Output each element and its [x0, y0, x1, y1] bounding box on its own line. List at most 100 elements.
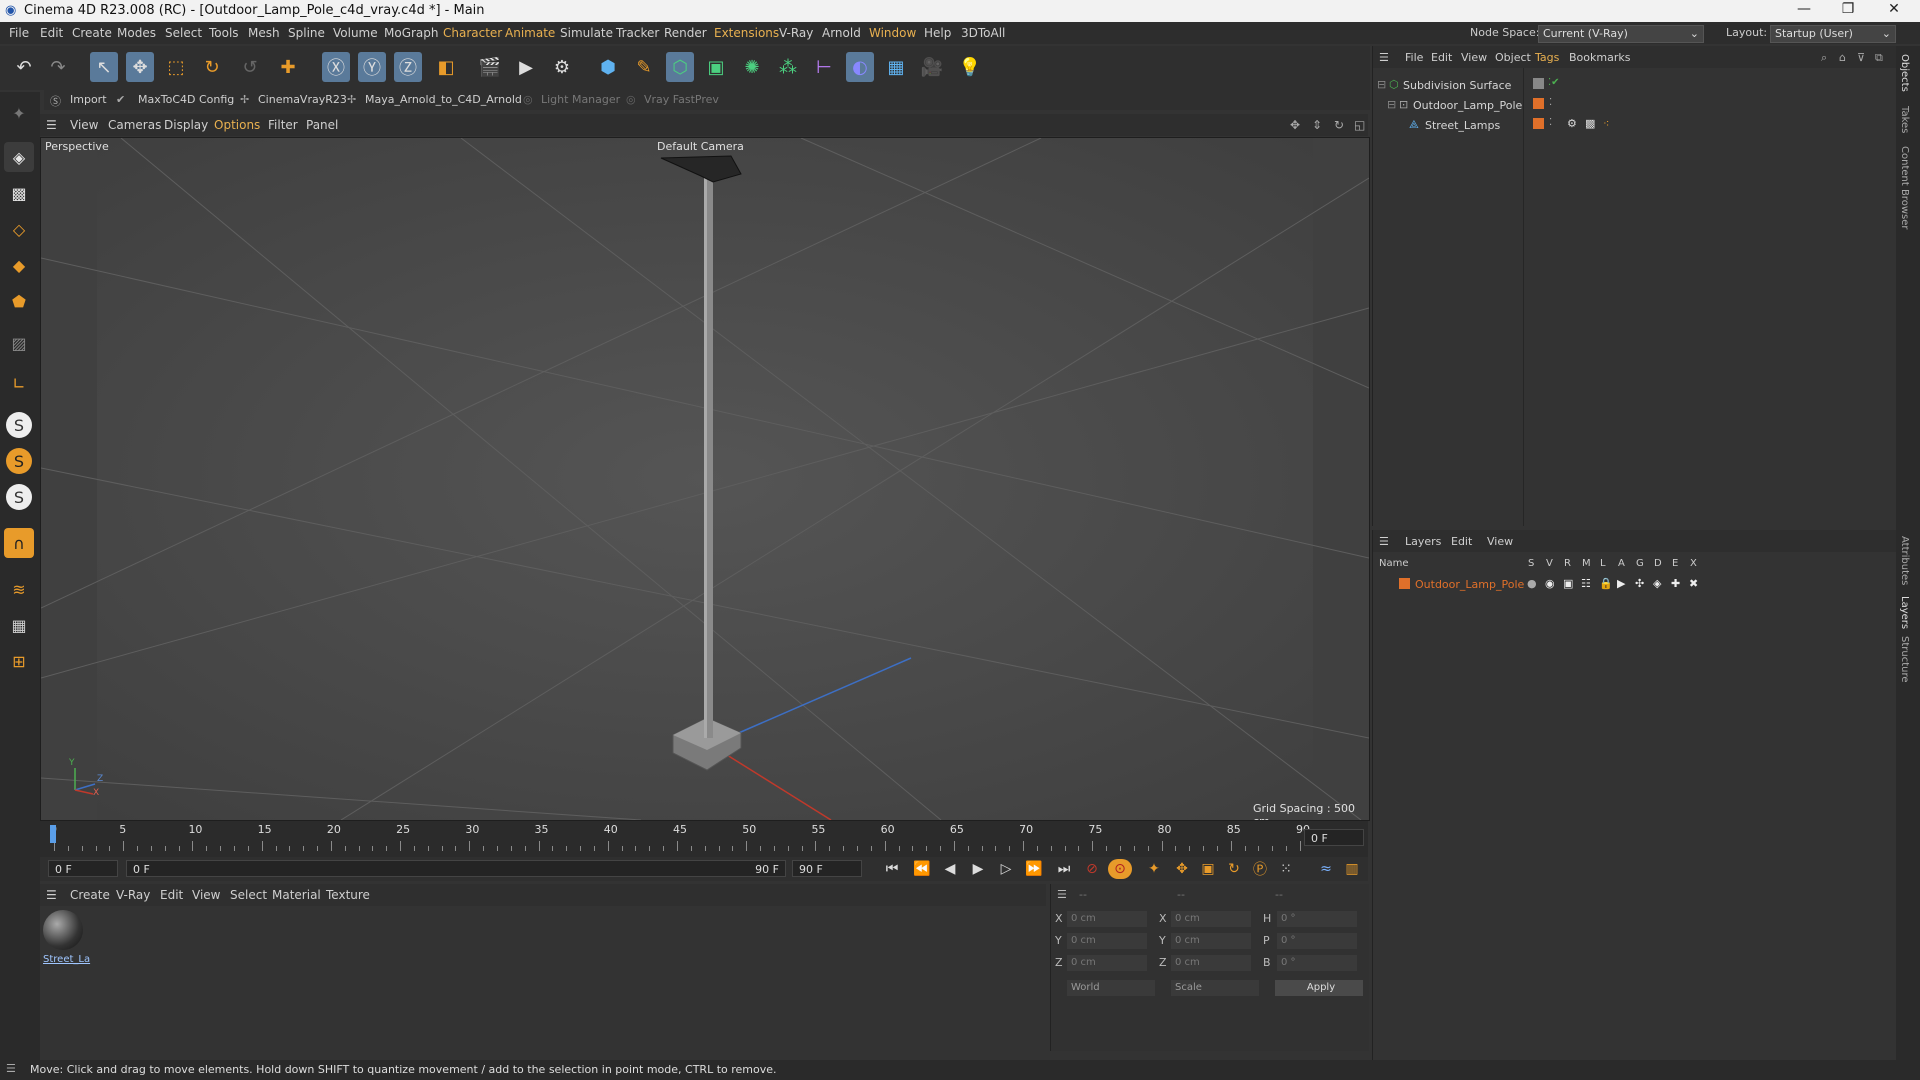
material-tag-icon[interactable]: ▩ — [1585, 117, 1595, 130]
rotate-tool-icon[interactable]: ↻ — [198, 52, 226, 82]
obj-menu-bookmarks[interactable]: Bookmarks — [1569, 51, 1630, 64]
dolly-icon[interactable]: ⇕ — [1312, 118, 1322, 132]
obj-menu-view[interactable]: View — [1461, 51, 1487, 64]
menu-vray[interactable]: V-Ray — [779, 26, 813, 40]
extrude-icon[interactable]: ▣ — [702, 52, 730, 82]
visibility-dots-icon[interactable]: ⁚✔ — [1548, 77, 1560, 88]
new-window-icon[interactable]: ⧉ — [1875, 51, 1883, 65]
vp-menu-display[interactable]: Display — [164, 118, 208, 132]
menu-create[interactable]: Create — [72, 26, 112, 40]
next-frame-icon[interactable]: ▷ — [994, 859, 1018, 879]
maximize-icon[interactable]: ❐ — [1830, 1, 1866, 17]
obj-menu-file[interactable]: File — [1405, 51, 1423, 64]
cube-icon[interactable]: ⬢ — [594, 52, 622, 82]
object-row[interactable]: ⊟ ⬡ Subdivision Surface ⁚✔ — [1373, 76, 1897, 95]
vp-menu-panel[interactable]: Panel — [306, 118, 338, 132]
menu-render[interactable]: Render — [664, 26, 707, 40]
layer-menu-view[interactable]: View — [1487, 535, 1513, 548]
goto-end-icon[interactable]: ⏭ — [1052, 859, 1076, 879]
solo-icon[interactable]: ● — [1527, 577, 1537, 590]
generator-icon[interactable]: ✣ — [1635, 577, 1644, 590]
y-axis-icon[interactable]: Ⓨ — [358, 52, 386, 82]
render-view-icon[interactable]: ▶ — [512, 52, 540, 82]
pen-icon[interactable]: ✎ — [630, 52, 658, 82]
z-axis-icon[interactable]: Ⓩ — [394, 52, 422, 82]
record-icon[interactable]: ⊘ — [1080, 859, 1104, 879]
undo-icon[interactable]: ↶ — [10, 52, 38, 82]
visibility-dots-icon[interactable]: ⁚ — [1549, 97, 1552, 108]
sculpt-icon-3[interactable]: S — [6, 484, 32, 510]
menu-help[interactable]: Help — [924, 26, 951, 40]
hamburger-icon[interactable]: ☰ — [1057, 888, 1067, 901]
menu-tracker[interactable]: Tracker — [616, 26, 659, 40]
redo-icon[interactable]: ↷ — [44, 52, 72, 82]
vp-menu-view[interactable]: View — [70, 118, 98, 132]
model-mode-icon[interactable]: ◈ — [4, 142, 34, 172]
subdivision-icon[interactable]: ⬡ — [666, 52, 694, 82]
menu-3dtoall[interactable]: 3DToAll — [961, 26, 1005, 40]
start-frame-field[interactable]: 0 F — [48, 860, 118, 877]
coord-sz-field[interactable]: 0 cm — [1171, 955, 1251, 971]
quantize-icon[interactable]: ⊞ — [4, 646, 34, 676]
expand-icon[interactable]: ⊟ — [1387, 98, 1396, 111]
animation-icon[interactable]: ▶ — [1617, 577, 1625, 590]
import-button[interactable]: Import — [70, 93, 107, 106]
deformer-icon[interactable]: ⊢ — [810, 52, 838, 82]
render-icon[interactable]: ▣ — [1563, 577, 1573, 590]
key-param-icon[interactable]: Ⓟ — [1248, 859, 1272, 879]
obj-menu-object[interactable]: Object — [1495, 51, 1531, 64]
manager-icon[interactable]: ☷ — [1581, 577, 1591, 590]
visibility-dots-icon[interactable]: ⁚ — [1549, 117, 1552, 128]
vp-menu-cameras[interactable]: Cameras — [108, 118, 161, 132]
mat-menu-vray[interactable]: V-Ray — [116, 888, 150, 902]
tab-structure[interactable]: Structure — [1899, 636, 1910, 683]
playhead[interactable] — [50, 825, 56, 843]
uv-mode-icon[interactable]: ▨ — [4, 328, 34, 358]
search-icon[interactable]: ⌕ — [1821, 51, 1827, 65]
layer-menu-edit[interactable]: Edit — [1451, 535, 1472, 548]
filter-icon[interactable]: ⊽ — [1857, 51, 1865, 64]
light-manager-button[interactable]: Light Manager — [541, 93, 620, 106]
menu-file[interactable]: File — [9, 26, 29, 40]
select-tool-icon[interactable]: ↖ — [90, 52, 118, 82]
obj-menu-tags[interactable]: Tags — [1535, 51, 1559, 64]
node-space-select[interactable]: Current (V-Ray) ⌄ — [1538, 25, 1704, 43]
recent-tool-icon[interactable]: ↺ — [236, 52, 264, 82]
mat-menu-edit[interactable]: Edit — [160, 888, 183, 902]
timeline-ruler[interactable]: 051015202530354045505560657075808590 0 F — [40, 821, 1368, 857]
goto-start-icon[interactable]: ⏮ — [880, 859, 904, 879]
coordinate-system-icon[interactable]: ◧ — [432, 52, 460, 82]
cinemavray-button[interactable]: CinemaVrayR23 — [258, 93, 347, 106]
transform-icon[interactable]: ✚ — [274, 52, 302, 82]
menu-mograph[interactable]: MoGraph — [384, 26, 439, 40]
layer-menu-layers[interactable]: Layers — [1405, 535, 1441, 548]
x-axis-icon[interactable]: Ⓧ — [322, 52, 350, 82]
mat-menu-texture[interactable]: Texture — [326, 888, 370, 902]
menu-character[interactable]: Character — [443, 26, 502, 40]
magnet-icon[interactable]: ∩ — [4, 528, 34, 558]
menu-simulate[interactable]: Simulate — [560, 26, 613, 40]
menu-edit[interactable]: Edit — [40, 26, 63, 40]
current-frame-field[interactable]: 0 F — [1304, 829, 1364, 846]
apply-button[interactable]: Apply — [1275, 980, 1363, 996]
key-scale-icon[interactable]: ▣ — [1196, 859, 1220, 879]
camera-icon[interactable]: 🎥 — [918, 52, 946, 82]
menu-modes[interactable]: Modes — [117, 26, 156, 40]
visible-icon[interactable]: ◉ — [1545, 577, 1555, 590]
layer-color-chip[interactable] — [1533, 78, 1544, 89]
menu-select[interactable]: Select — [165, 26, 202, 40]
move-tool-icon[interactable]: ✥ — [126, 52, 154, 82]
close-icon[interactable]: ✕ — [1876, 1, 1912, 17]
menu-arnold[interactable]: Arnold — [822, 26, 861, 40]
play-icon[interactable]: ▶ — [966, 859, 990, 879]
cloner-icon[interactable]: ✺ — [738, 52, 766, 82]
mat-menu-create[interactable]: Create — [70, 888, 110, 902]
floor-icon[interactable]: ▦ — [882, 52, 910, 82]
tab-content-browser[interactable]: Content Browser — [1899, 146, 1910, 229]
home-icon[interactable]: ⌂ — [1839, 51, 1846, 64]
coord-sx-field[interactable]: 0 cm — [1171, 911, 1251, 927]
mat-menu-select[interactable]: Select — [230, 888, 267, 902]
pan-icon[interactable]: ✥ — [1290, 118, 1300, 132]
sculpt-icon-2[interactable]: S — [6, 448, 32, 474]
coord-b-field[interactable]: 0 ° — [1277, 955, 1357, 971]
